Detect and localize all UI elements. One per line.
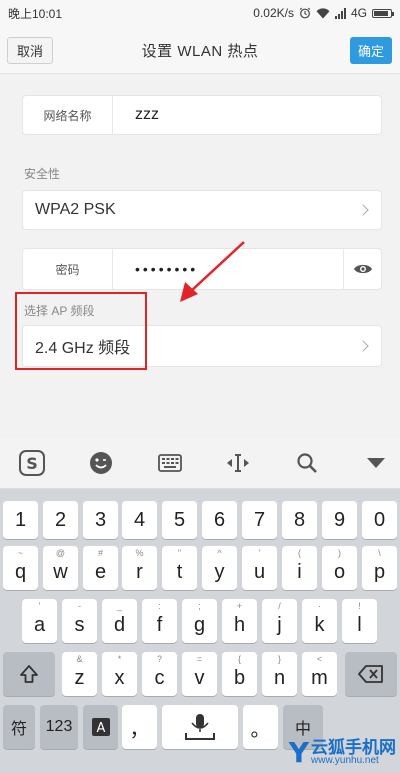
watermark-name: 云狐手机网 <box>311 738 396 757</box>
key-1[interactable]: 1 <box>3 501 38 539</box>
key-g[interactable]: ; g <box>182 599 217 643</box>
alarm-icon <box>299 7 311 19</box>
key-w[interactable]: @ w <box>43 546 78 590</box>
watermark-logo: Y <box>288 736 309 769</box>
highlight-box <box>15 292 147 370</box>
svg-text:A: A <box>96 721 105 736</box>
key-7[interactable]: 7 <box>242 501 277 539</box>
number-key[interactable]: 123 <box>40 705 78 749</box>
sogou-logo-icon[interactable]: S <box>18 449 46 477</box>
key-i[interactable]: (i <box>282 546 317 590</box>
key-0[interactable]: 0 <box>362 501 397 539</box>
security-label: 安全性 <box>24 167 61 181</box>
cursor-move-icon[interactable] <box>224 449 252 477</box>
status-bar: 晚上10:01 0.02K/s 4G <box>0 0 400 26</box>
key-j[interactable]: / j <box>262 599 297 643</box>
security-value: WPA2 PSK <box>35 201 116 218</box>
collapse-keyboard-icon[interactable] <box>362 449 390 477</box>
password-label: 密码 <box>23 249 113 289</box>
key-3[interactable]: 3 <box>83 501 118 539</box>
soft-keyboard: S 1 2 3 4 5 6 7 8 9 0 ~ q @ w # e % r " t ^ y … <box>0 437 400 773</box>
key-p[interactable]: \ p <box>362 546 397 590</box>
page-title: 设置 WLAN 热点 <box>141 43 259 60</box>
key-k[interactable]: · k <box>302 599 337 643</box>
input-mode-key[interactable]: A <box>83 705 118 749</box>
network-type: 4G <box>350 6 367 20</box>
eye-icon <box>353 264 372 274</box>
key-h[interactable]: + h <box>222 599 257 643</box>
signal-icon <box>334 7 346 19</box>
key-c[interactable]: ? c <box>142 652 177 696</box>
chevron-right-icon <box>357 204 369 216</box>
key-m[interactable]: < m <box>302 652 337 696</box>
security-select[interactable]: WPA2 PSK <box>22 190 382 230</box>
battery-icon <box>372 8 394 18</box>
key-b[interactable]: {b <box>222 652 257 696</box>
key-r[interactable]: % r <box>122 546 157 590</box>
title-bar: 取消 设置 WLAN 热点 确定 <box>0 26 400 74</box>
key-l[interactable]: ! l <box>342 599 377 643</box>
key-e[interactable]: # e <box>83 546 118 590</box>
network-speed: 0.02K/s <box>253 6 294 20</box>
ssid-input[interactable]: zzz <box>135 96 159 134</box>
backspace-icon <box>358 665 383 683</box>
watermark: Y 云狐手机网 www.yunhu.net <box>289 736 396 769</box>
key-2[interactable]: 2 <box>43 501 78 539</box>
key-6[interactable]: 6 <box>202 501 237 539</box>
keyboard-icon[interactable] <box>156 449 184 477</box>
show-password-toggle[interactable] <box>343 249 381 289</box>
backspace-key[interactable] <box>345 652 397 696</box>
ssid-label: 网络名称 <box>23 96 113 134</box>
key-n[interactable]: } n <box>262 652 297 696</box>
key-y[interactable]: ^ y <box>202 546 237 590</box>
key-v[interactable]: = v <box>182 652 217 696</box>
emoji-icon[interactable] <box>87 449 115 477</box>
wifi-icon <box>316 7 330 18</box>
status-time: 晚上10:01 <box>8 6 63 21</box>
ssid-row[interactable]: 网络名称 zzz <box>22 95 382 135</box>
watermark-url: www.yunhu.net <box>311 755 379 766</box>
key-s[interactable]: -s <box>62 599 97 643</box>
key-5[interactable]: 5 <box>162 501 197 539</box>
svg-text:S: S <box>26 454 38 473</box>
key-u[interactable]: ' u <box>242 546 277 590</box>
key-x[interactable]: * x <box>102 652 137 696</box>
search-icon[interactable] <box>293 449 321 477</box>
key-o[interactable]: ) o <box>322 546 357 590</box>
key-a[interactable]: ' a <box>22 599 57 643</box>
key-9[interactable]: 9 <box>322 501 357 539</box>
shift-key[interactable] <box>3 652 55 696</box>
period-key[interactable]: 。 <box>243 705 278 749</box>
comma-key[interactable]: ， <box>122 705 157 749</box>
letter-a-icon: A <box>91 718 110 736</box>
chevron-right-icon <box>357 340 369 352</box>
space-key[interactable] <box>162 705 238 749</box>
arrow-annotation <box>180 241 245 302</box>
key-f[interactable]: :f <box>142 599 177 643</box>
keyboard-toolbar: S <box>0 437 400 489</box>
key-8[interactable]: 8 <box>282 501 317 539</box>
key-t[interactable]: " t <box>162 546 197 590</box>
key-d[interactable]: _ d <box>102 599 137 643</box>
key-z[interactable]: & z <box>62 652 97 696</box>
key-4[interactable]: 4 <box>122 501 157 539</box>
key-q[interactable]: ~ q <box>3 546 38 590</box>
symbol-key[interactable]: 符 <box>3 705 35 749</box>
confirm-button[interactable]: 确定 <box>350 37 392 64</box>
microphone-icon <box>185 714 215 740</box>
shift-icon <box>20 665 38 683</box>
